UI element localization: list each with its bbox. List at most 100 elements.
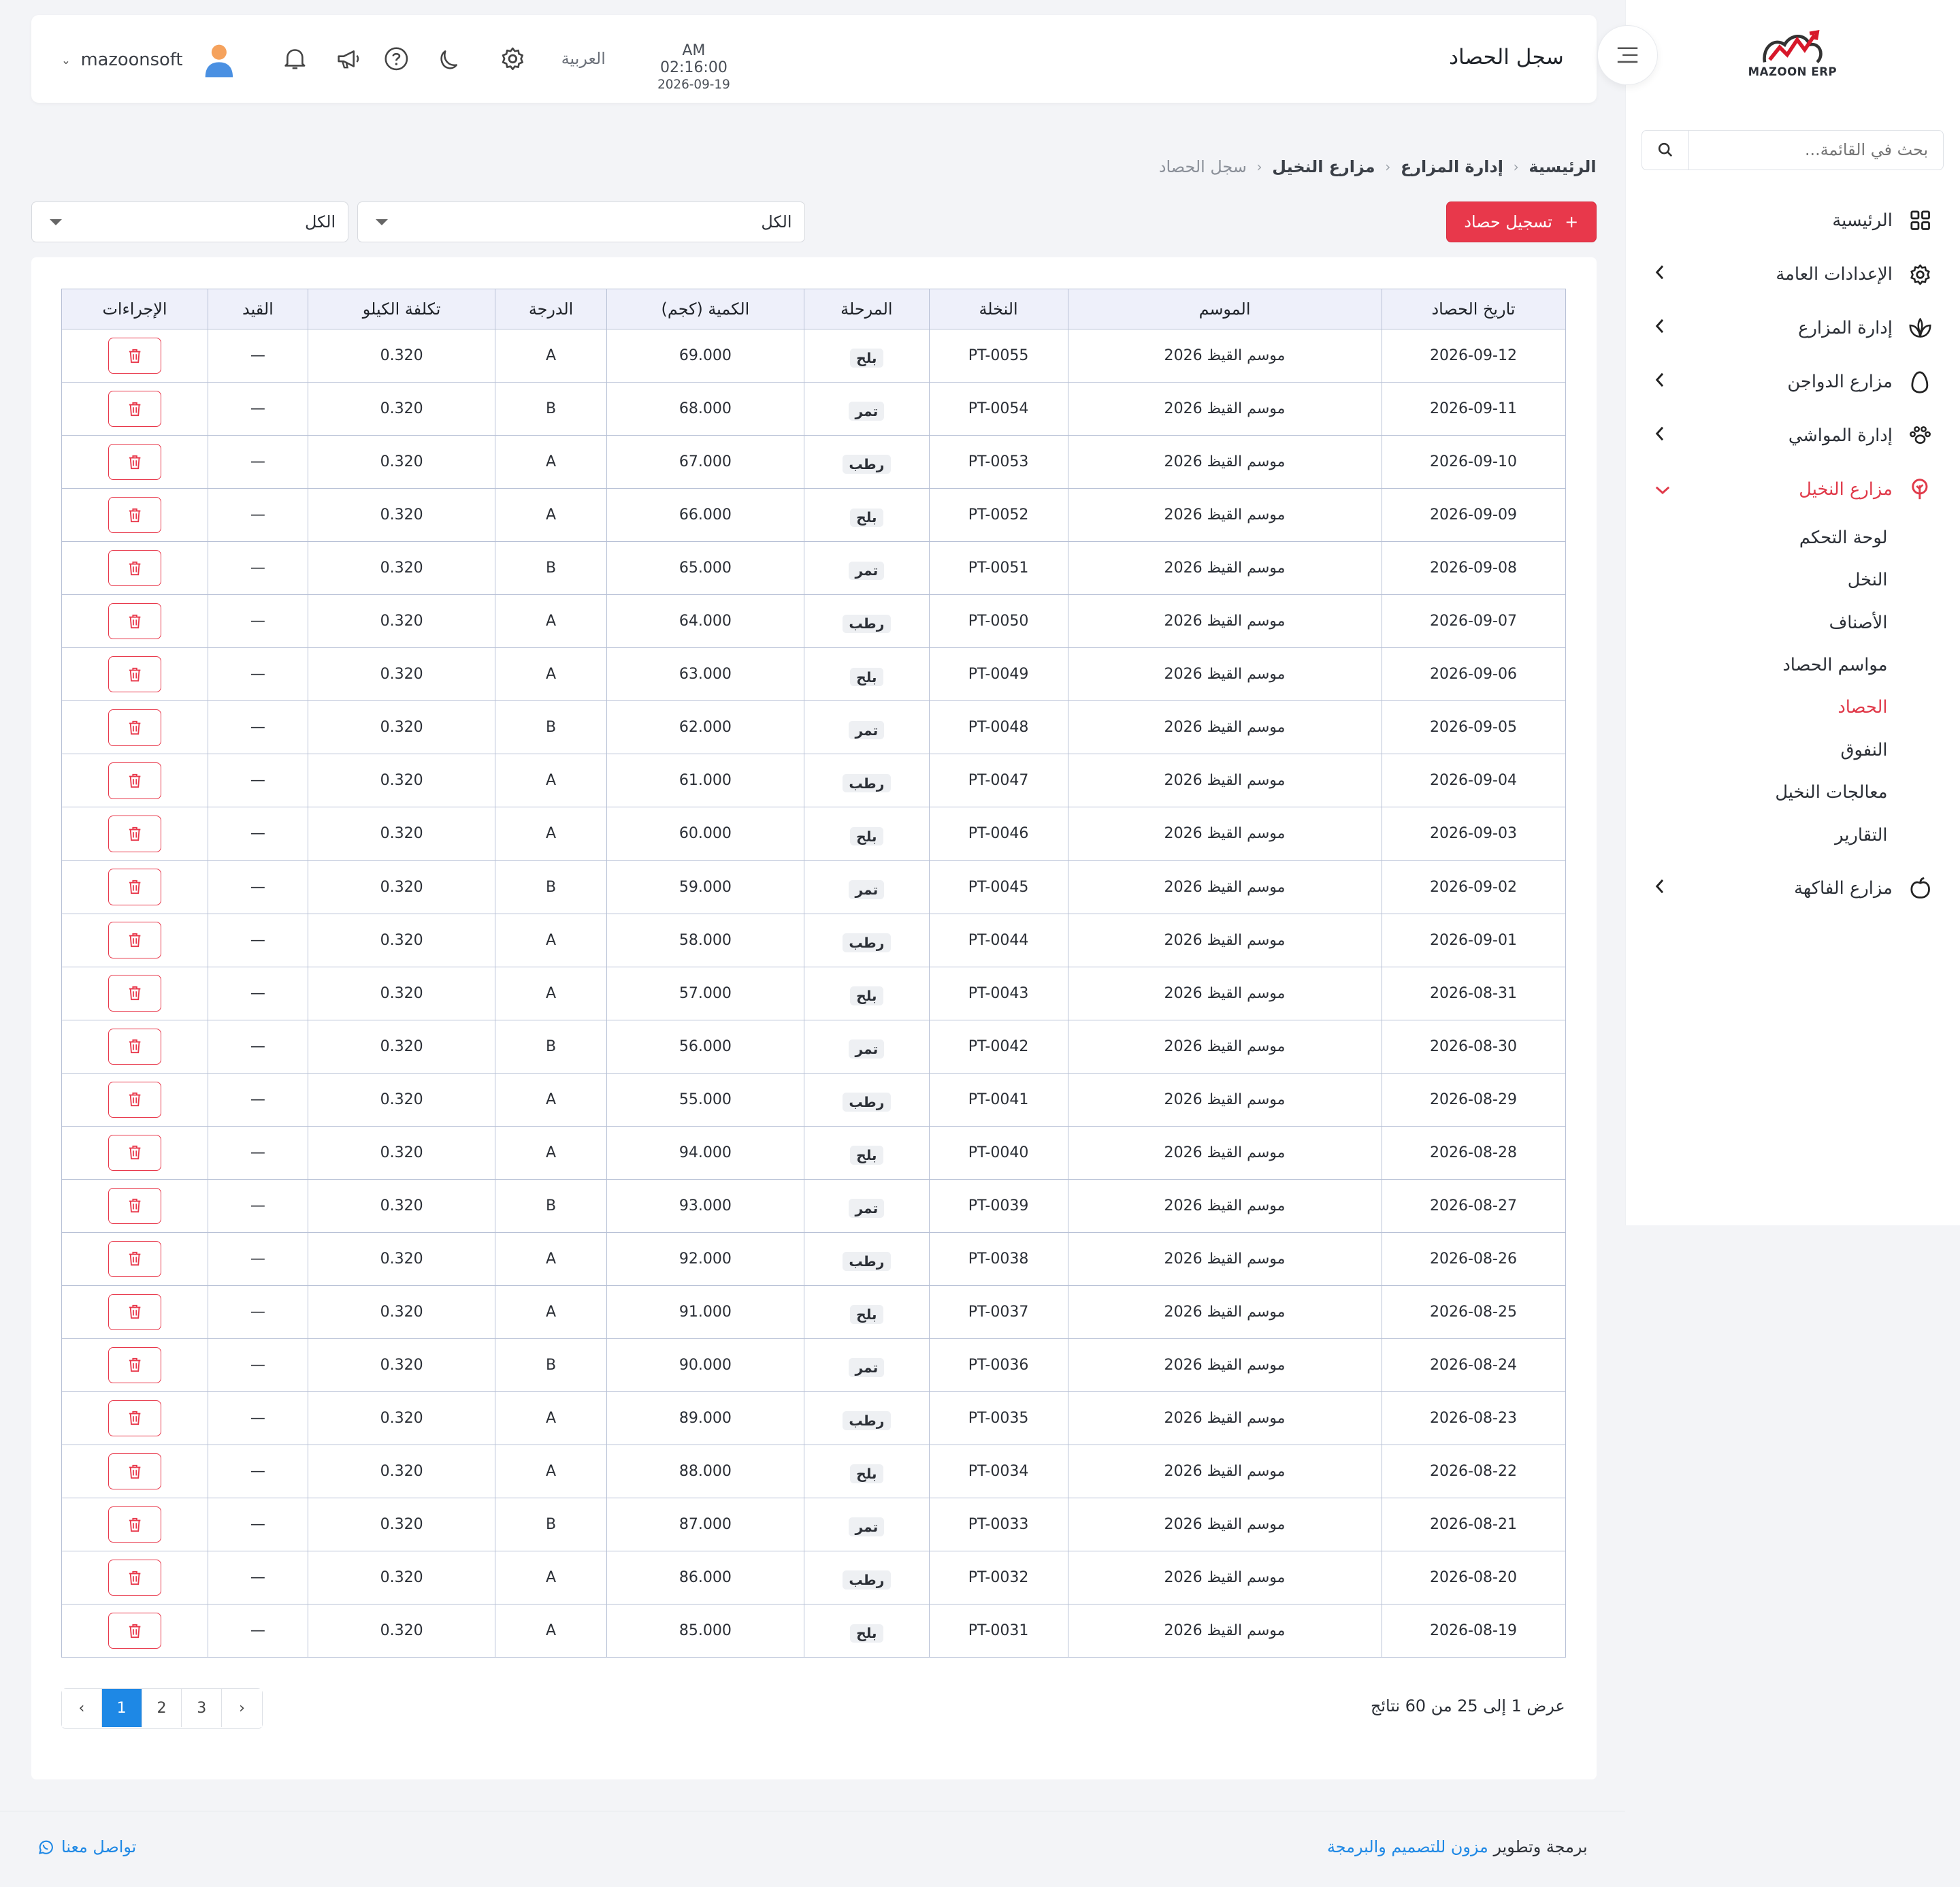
cell-cost-per-kilo: 0.320 [307,1285,496,1339]
sidebar-item-general-settings[interactable]: الإعدادات العامة [1625,248,1960,302]
table-row: 2026-08-19 موسم القيظ 2026 PT-0031 بلح 85.00… [61,1604,1566,1658]
delete-button[interactable] [108,1560,161,1596]
cell-quantity: 64.000 [606,594,804,649]
delete-button[interactable] [108,922,161,958]
sidebar-item-livestock[interactable]: إدارة المواشي [1625,409,1960,463]
delete-button[interactable] [108,1293,161,1331]
col-stage[interactable]: المرحلة [804,289,930,330]
filter-select-1[interactable]: الكل [357,201,805,243]
user-menu[interactable]: ⌄ mazoonsoft [61,42,235,78]
cell-grade: A [495,594,607,649]
submenu-varieties[interactable]: الأصناف [1625,601,1888,643]
footer-credit-link[interactable]: مزون للتصميم والبرمجة [1327,1837,1488,1856]
cell-entry: — [207,1231,308,1286]
delete-button[interactable] [108,337,161,374]
help-icon [385,47,408,71]
delete-button[interactable] [108,869,161,905]
submenu-palm-treatments[interactable]: معالجات النخيل [1625,771,1887,813]
submenu-palms[interactable]: النخل [1625,559,1888,601]
stage-badge: بلح [849,1624,883,1643]
delete-button[interactable] [108,1134,161,1171]
delete-button[interactable] [108,1240,161,1277]
announcements-button[interactable] [335,45,362,72]
bell-icon [284,49,306,69]
cell-actions [61,1391,208,1446]
breadcrumb-palm-farms[interactable]: مزارع النخيل [1272,157,1375,176]
search-button[interactable] [1642,131,1690,170]
delete-button[interactable] [108,1028,161,1065]
menu-icon [1617,47,1638,63]
cell-cost-per-kilo: 0.320 [307,700,496,755]
sidebar-item-farm-management[interactable]: إدارة المزارع [1625,302,1960,355]
col-entry[interactable]: القيد [207,289,308,330]
table-row: 2026-09-04 موسم القيظ 2026 PT-0047 رطب 61.00… [61,754,1566,808]
delete-button[interactable] [108,1346,161,1384]
delete-button[interactable] [108,975,161,1012]
delete-button[interactable] [108,1400,161,1437]
col-grade[interactable]: الدرجة [495,289,607,330]
delete-button[interactable] [108,1081,161,1118]
filter-select-2[interactable]: الكل [31,201,349,243]
brand-logo[interactable]: MAZOON ERP [1745,27,1840,93]
contact-us-link[interactable]: تواصل معنا [37,1837,136,1856]
delete-button[interactable] [108,1506,161,1543]
cell-palm: PT-0051 [928,541,1068,596]
cell-stage: بلح [804,1445,930,1499]
sidebar-item-fruit-farms[interactable]: مزارع الفاكهة [1625,861,1960,915]
pagination-page-3[interactable]: 3 [182,1688,223,1728]
settings-button[interactable] [499,45,526,72]
submenu-harvest[interactable]: الحصاد [1625,686,1887,728]
cell-stage: رطب [804,1551,930,1605]
delete-button[interactable] [108,709,161,746]
breadcrumb-home[interactable]: الرئيسية [1529,157,1596,176]
delete-button[interactable] [108,444,161,481]
col-cost-per-kilo[interactable]: تكلفة الكيلو [307,289,496,330]
trash-icon [129,1199,141,1213]
delete-button[interactable] [108,1453,161,1490]
brand-name: MAZOON ERP [1748,65,1838,78]
stage-badge: بلح [849,1464,883,1484]
sidebar-item-poultry[interactable]: مزارع الدواجن [1625,355,1960,409]
chevron-left-icon [1655,319,1663,334]
breadcrumb-farm-management[interactable]: إدارة المزارع [1401,157,1503,176]
col-palm[interactable]: النخلة [928,289,1068,330]
pagination-next[interactable]: › [222,1688,262,1728]
delete-button[interactable] [108,656,161,693]
pagination-prev[interactable]: ‹ [62,1688,102,1728]
trash-icon [129,1358,141,1372]
sidebar-item-home[interactable]: الرئيسية [1625,194,1960,248]
cell-harvest-date: 2026-08-27 [1381,1178,1566,1233]
sidebar-item-palm-farms[interactable]: مزارع النخيل [1625,463,1960,517]
delete-button[interactable] [108,603,161,640]
col-season[interactable]: الموسم [1067,289,1382,330]
cell-actions [61,1604,208,1658]
pagination-page-1[interactable]: 1 [101,1688,142,1728]
submenu-dashboard[interactable]: لوحة التحكم [1625,517,1888,559]
help-button[interactable] [382,45,410,72]
pagination-page-2[interactable]: 2 [142,1688,182,1728]
delete-button[interactable] [108,1613,161,1649]
delete-button[interactable] [108,762,161,799]
cell-entry: — [207,1498,308,1552]
dark-mode-toggle[interactable] [438,45,465,72]
sidebar-toggle-button[interactable] [1597,25,1658,85]
delete-button[interactable] [108,390,161,428]
cell-entry: — [207,435,308,489]
delete-button[interactable] [108,497,161,534]
submenu-harvest-seasons[interactable]: مواسم الحصاد [1625,644,1887,686]
add-harvest-button[interactable]: + تسجيل حصاد [1446,201,1597,243]
delete-button[interactable] [108,550,161,587]
col-quantity[interactable]: الكمية (كجم) [606,289,804,330]
language-switcher[interactable]: العربية [561,49,606,68]
col-harvest-date[interactable]: تاريخ الحصاد [1381,289,1566,330]
notifications-button[interactable] [281,45,308,72]
cell-quantity: 88.000 [606,1445,804,1499]
cell-actions [61,1125,208,1180]
submenu-mortality[interactable]: النفوق [1625,729,1888,771]
submenu-reports[interactable]: التقارير [1625,814,1887,856]
table-row: 2026-08-22 موسم القيظ 2026 PT-0034 بلح 88.00… [61,1445,1566,1499]
sidebar-search-input[interactable] [1689,131,1944,170]
delete-button[interactable] [108,816,161,852]
cell-stage: بلح [804,1285,930,1339]
delete-button[interactable] [108,1187,161,1224]
